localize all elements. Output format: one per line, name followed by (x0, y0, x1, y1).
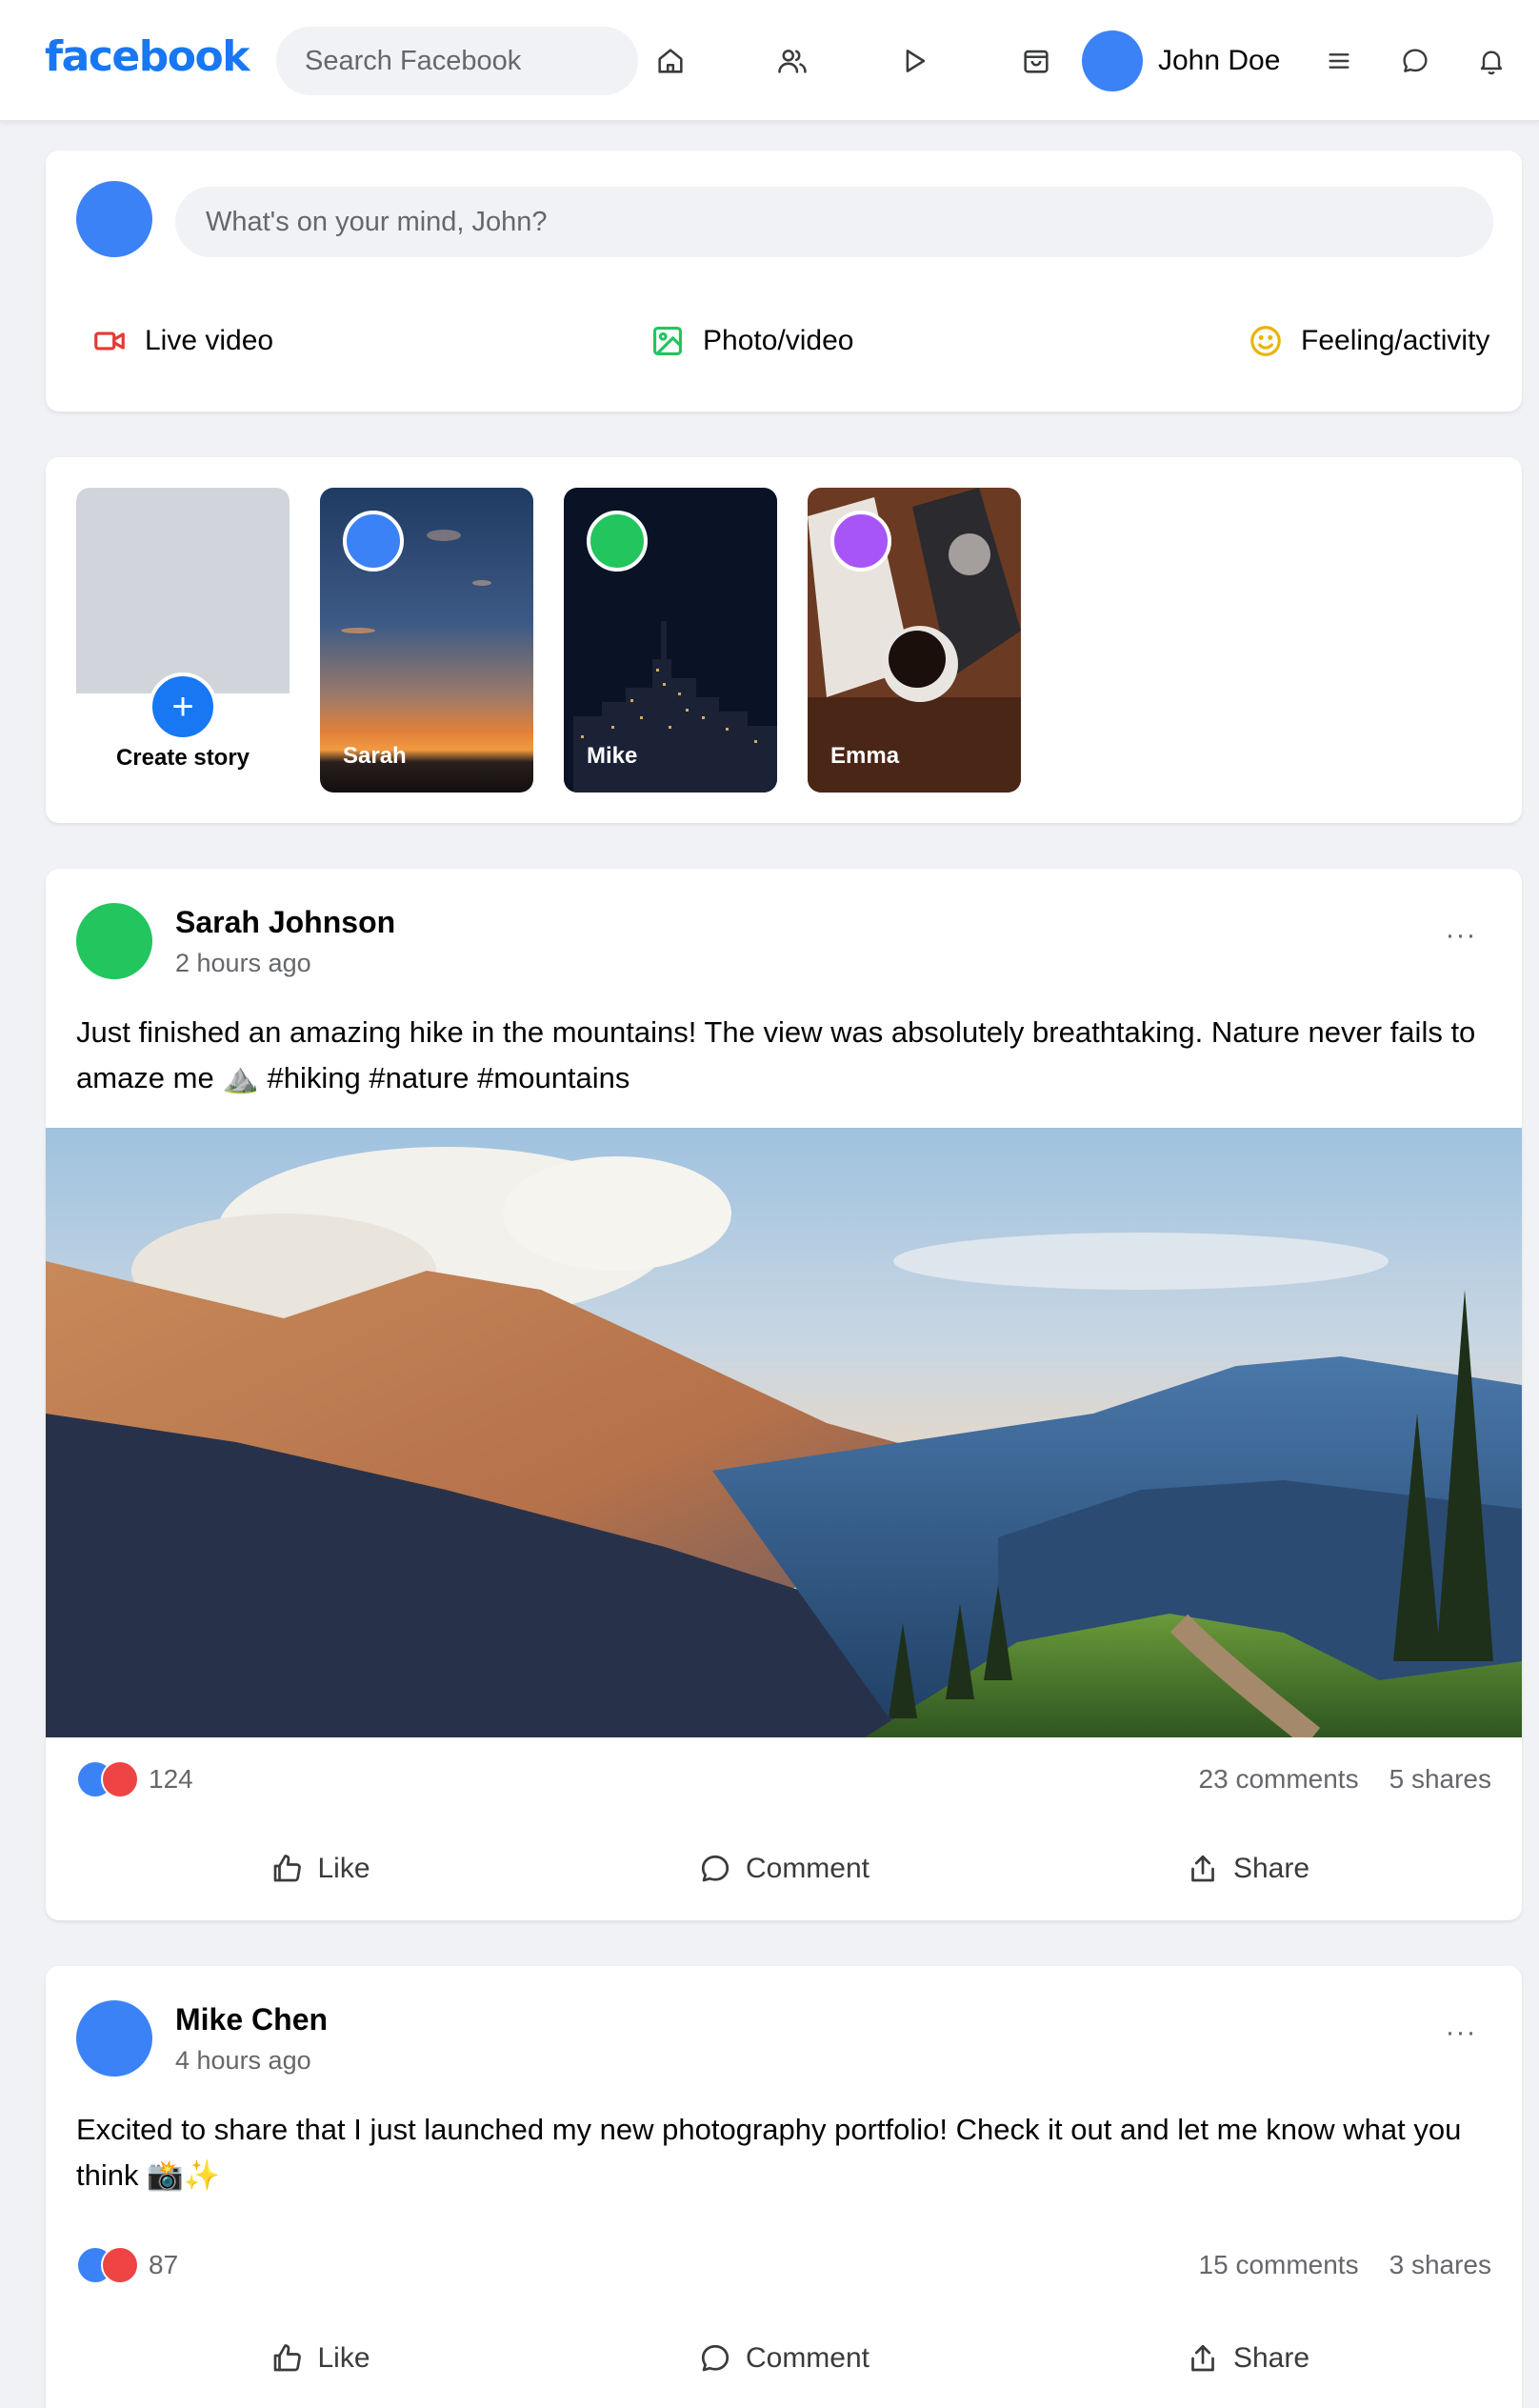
post-composer: What's on your mind, John? Live video Ph… (46, 150, 1522, 411)
story-card-sarah[interactable]: Sarah (320, 488, 533, 793)
reactions-summary[interactable]: 124 (76, 1758, 193, 1800)
play-icon (906, 50, 926, 72)
shopping-bag-icon (1024, 50, 1049, 73)
chat-bubble-icon (1403, 49, 1428, 72)
comments-count[interactable]: 15 comments (1199, 2250, 1359, 2280)
user-name: John Doe (1158, 45, 1281, 76)
plus-icon[interactable]: + (149, 672, 217, 741)
shares-count[interactable]: 5 shares (1389, 1764, 1491, 1795)
share-button[interactable]: Share (1019, 1835, 1476, 1903)
post-timestamp[interactable]: 4 hours ago (175, 2046, 311, 2076)
comments-count[interactable]: 23 comments (1199, 1764, 1359, 1795)
post-image[interactable] (46, 1128, 1522, 1737)
post-stats: 23 comments 5 shares (1199, 1758, 1491, 1800)
author-avatar[interactable] (76, 903, 152, 979)
more-options-button[interactable]: ··· (1430, 2002, 1491, 2063)
post-author[interactable]: Mike Chen (175, 2002, 328, 2037)
story-card-mike[interactable]: Mike (564, 488, 777, 793)
search-input[interactable] (305, 45, 619, 77)
post-text: Excited to share that I just launched my… (76, 2113, 1462, 2192)
comment-bubble-icon (701, 2344, 730, 2372)
share-button[interactable]: Share (1019, 2324, 1476, 2393)
story-name: Mike (587, 743, 638, 769)
live-video-label: Live video (145, 325, 274, 356)
menu-icon (1329, 53, 1349, 69)
messenger-button[interactable] (1385, 30, 1446, 91)
notifications-button[interactable] (1461, 30, 1522, 91)
like-button[interactable]: Like (91, 1835, 549, 1903)
search-box[interactable] (276, 27, 638, 95)
photo-video-button[interactable]: Photo/video (634, 311, 869, 371)
home-icon (658, 49, 683, 73)
user-avatar (1082, 30, 1143, 91)
share-label: Share (1232, 1853, 1310, 1884)
story-name: Emma (830, 743, 900, 769)
comment-button[interactable]: Comment (555, 2324, 1012, 2393)
marketplace-nav-button[interactable] (1006, 30, 1067, 91)
stories-tray: + Create story Sarah Mike Emma (46, 457, 1522, 823)
love-reaction-icon (101, 2246, 139, 2284)
composer-avatar (76, 181, 152, 257)
reaction-count: 124 (149, 1764, 193, 1794)
thumbs-up-icon (274, 1855, 302, 1882)
story-avatar-ring (830, 511, 891, 572)
comment-bubble-icon (701, 1855, 730, 1882)
friends-nav-button[interactable] (762, 30, 823, 91)
thumbs-up-icon (274, 2344, 302, 2372)
top-navigation-bar: facebook John Doe (0, 0, 1539, 122)
story-name: Sarah (343, 743, 407, 769)
post-card: Sarah Johnson 2 hours ago ··· Just finis… (46, 869, 1522, 1920)
like-button[interactable]: Like (91, 2324, 549, 2393)
share-label: Share (1232, 2342, 1310, 2374)
more-options-button[interactable]: ··· (1430, 905, 1491, 966)
reaction-count: 87 (149, 2250, 179, 2279)
comment-label: Comment (745, 2342, 870, 2374)
create-story-card[interactable]: + Create story (76, 488, 290, 793)
photo-video-label: Photo/video (703, 325, 854, 356)
share-icon (1191, 2344, 1214, 2372)
mountain-landscape-image (46, 1128, 1522, 1737)
bell-icon (1480, 50, 1503, 75)
menu-button[interactable] (1309, 30, 1369, 91)
profile-button[interactable]: John Doe (1082, 29, 1280, 93)
love-reaction-icon (101, 1760, 139, 1798)
feeling-activity-button[interactable]: Feeling/activity (1232, 311, 1505, 371)
facebook-logo[interactable]: facebook (45, 32, 250, 81)
like-label: Like (317, 1853, 370, 1884)
like-label: Like (317, 2342, 370, 2374)
comment-button[interactable]: Comment (555, 1835, 1012, 1903)
shares-count[interactable]: 3 shares (1389, 2250, 1491, 2280)
feeling-activity-label: Feeling/activity (1301, 325, 1490, 356)
whats-on-your-mind-input[interactable]: What's on your mind, John? (175, 187, 1493, 257)
story-card-emma[interactable]: Emma (808, 488, 1021, 793)
post-stats: 15 comments 3 shares (1199, 2244, 1491, 2286)
post-text: Just finished an amazing hike in the mou… (76, 1015, 1476, 1094)
video-camera-icon (94, 331, 125, 351)
watch-nav-button[interactable] (884, 30, 945, 91)
live-video-button[interactable]: Live video (76, 311, 289, 371)
smiley-icon (1250, 326, 1281, 356)
story-avatar-ring (343, 511, 404, 572)
share-icon (1191, 1855, 1214, 1882)
reactions-summary[interactable]: 87 (76, 2244, 178, 2286)
image-icon (652, 326, 683, 356)
create-story-label: Create story (115, 745, 250, 771)
home-nav-button[interactable] (640, 30, 701, 91)
post-author[interactable]: Sarah Johnson (175, 905, 395, 940)
story-avatar-ring (587, 511, 648, 572)
post-timestamp[interactable]: 2 hours ago (175, 949, 311, 978)
create-story-placeholder (76, 488, 290, 693)
post-card: Mike Chen 4 hours ago ··· Excited to sha… (46, 1966, 1522, 2408)
author-avatar[interactable] (76, 2000, 152, 2077)
friends-icon (778, 50, 807, 73)
comment-label: Comment (745, 1853, 870, 1884)
